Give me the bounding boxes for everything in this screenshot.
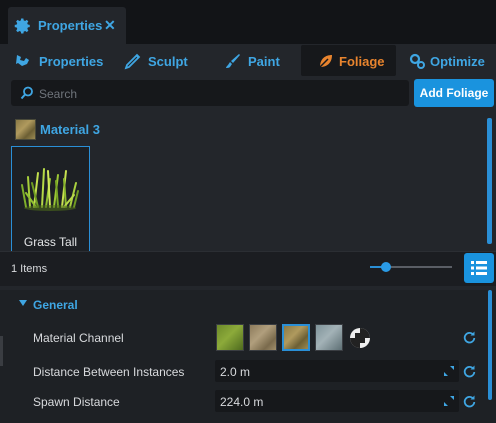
properties-icon bbox=[16, 55, 29, 66]
material-channel-3[interactable] bbox=[282, 324, 310, 351]
distance-between-instances-label: Distance Between Instances bbox=[33, 365, 185, 379]
search-box bbox=[11, 80, 409, 106]
reset-icon bbox=[463, 365, 476, 378]
expand-icon[interactable] bbox=[444, 366, 454, 376]
properties-scrollbar[interactable] bbox=[488, 290, 492, 400]
foliage-asset-card[interactable]: Grass Tall bbox=[11, 146, 90, 252]
material-swatch-icon bbox=[15, 119, 36, 140]
leaf-icon bbox=[319, 55, 332, 68]
material-title: Material 3 bbox=[40, 122, 100, 137]
optimize-icon bbox=[409, 53, 425, 69]
reset-material-channel-button[interactable] bbox=[463, 331, 476, 349]
tab-paint-label: Paint bbox=[248, 54, 280, 69]
material-channel-1[interactable] bbox=[216, 324, 244, 351]
asset-grid-scrollbar[interactable] bbox=[487, 118, 492, 244]
sculpt-icon bbox=[124, 53, 141, 70]
asset-footer bbox=[0, 251, 496, 286]
list-view-button[interactable] bbox=[464, 253, 494, 283]
mode-tabs: Properties Sculpt Paint Foliage Optimize bbox=[0, 44, 496, 78]
search-icon bbox=[20, 86, 33, 100]
distance-between-instances-field[interactable]: 2.0 m bbox=[215, 360, 459, 382]
spawn-distance-value: 224.0 m bbox=[220, 395, 264, 409]
tab-sculpt[interactable]: Sculpt bbox=[124, 45, 194, 76]
spawn-distance-field[interactable]: 224.0 m bbox=[215, 390, 459, 412]
reset-distance-between-instances-button[interactable] bbox=[463, 365, 476, 383]
material-channel-label: Material Channel bbox=[33, 331, 124, 345]
collapse-arrow-icon[interactable] bbox=[19, 300, 27, 306]
general-section-header[interactable]: General bbox=[33, 298, 78, 312]
spawn-distance-label: Spawn Distance bbox=[33, 395, 120, 409]
reset-icon bbox=[463, 331, 476, 344]
material-channel-2[interactable] bbox=[249, 324, 277, 351]
tab-properties-label: Properties bbox=[39, 54, 104, 69]
search-input[interactable] bbox=[37, 84, 401, 104]
tab-properties[interactable]: Properties bbox=[14, 45, 106, 76]
items-count: 1 Items bbox=[11, 263, 48, 275]
expand-icon[interactable] bbox=[444, 396, 454, 406]
distance-between-instances-value: 2.0 m bbox=[220, 365, 251, 379]
grass-thumbnail-icon bbox=[21, 168, 79, 211]
properties-window-tab[interactable]: Properties ✕ bbox=[8, 7, 126, 44]
list-view-icon bbox=[471, 261, 487, 275]
add-foliage-button[interactable]: Add Foliage bbox=[414, 79, 494, 107]
properties-window-tab-label: Properties bbox=[38, 18, 103, 33]
asset-name: Grass Tall bbox=[23, 235, 78, 249]
tab-optimize[interactable]: Optimize bbox=[408, 45, 494, 76]
left-edge-handle bbox=[0, 336, 3, 366]
tab-foliage-label: Foliage bbox=[339, 54, 385, 69]
material-channel-4[interactable] bbox=[315, 324, 343, 351]
reset-icon bbox=[463, 395, 476, 408]
paint-brush-icon bbox=[226, 54, 240, 68]
tab-paint[interactable]: Paint bbox=[224, 45, 286, 76]
thumbnail-size-slider-handle[interactable] bbox=[381, 262, 391, 272]
gear-icon bbox=[14, 18, 30, 34]
reset-spawn-distance-button[interactable] bbox=[463, 395, 476, 413]
tab-sculpt-label: Sculpt bbox=[148, 54, 188, 69]
close-icon[interactable]: ✕ bbox=[104, 17, 116, 34]
tab-foliage[interactable]: Foliage bbox=[301, 45, 396, 76]
checker-ball-icon[interactable] bbox=[348, 326, 372, 350]
tab-optimize-label: Optimize bbox=[430, 54, 485, 69]
